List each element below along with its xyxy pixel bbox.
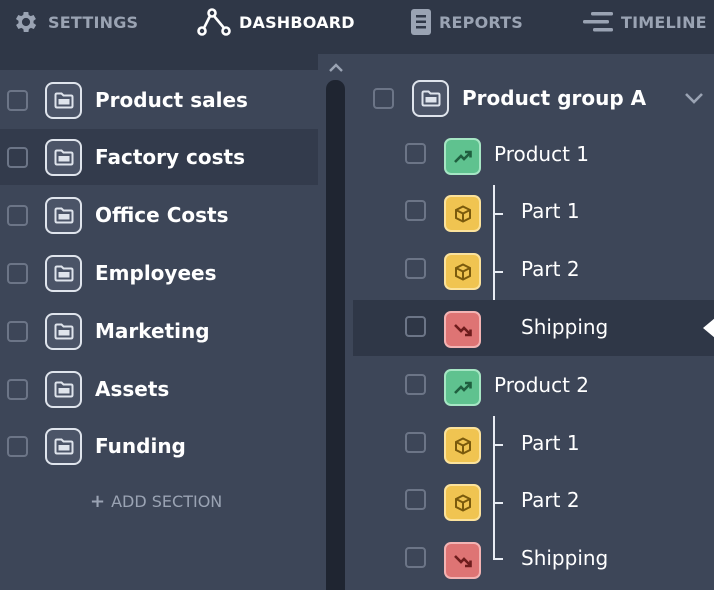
tree-row-product[interactable]: Product 2 bbox=[353, 358, 714, 414]
section-row-marketing[interactable]: Marketing bbox=[0, 303, 318, 359]
tree-row-shipping[interactable]: Shipping bbox=[353, 531, 714, 587]
tree-row-product[interactable]: Product 1 bbox=[353, 127, 714, 183]
nav-tab-reports-label: REPORTS bbox=[439, 12, 524, 32]
section-label: Marketing bbox=[95, 319, 210, 343]
tree-row-shipping-selected[interactable]: Shipping bbox=[353, 300, 714, 356]
group-checkbox[interactable] bbox=[373, 88, 394, 109]
folder-icon bbox=[45, 313, 82, 350]
section-checkbox[interactable] bbox=[7, 147, 28, 168]
trend-down-icon bbox=[444, 542, 481, 579]
item-label: Part 1 bbox=[521, 431, 580, 455]
item-checkbox[interactable] bbox=[405, 143, 426, 164]
section-row-product-sales[interactable]: Product sales bbox=[0, 72, 318, 128]
folder-icon bbox=[412, 80, 449, 117]
item-label: Part 2 bbox=[521, 257, 580, 281]
folder-icon bbox=[45, 82, 82, 119]
tree-row-part[interactable]: Part 2 bbox=[353, 242, 714, 298]
top-navigation: SETTINGS DASHBOARD REPORTS TIMELINE bbox=[0, 0, 714, 54]
section-row-factory-costs[interactable]: Factory costs bbox=[0, 129, 318, 185]
section-label: Funding bbox=[95, 434, 186, 458]
scrollbar[interactable] bbox=[318, 54, 353, 590]
nav-tab-settings[interactable]: SETTINGS bbox=[12, 0, 138, 44]
section-row-funding[interactable]: Funding bbox=[0, 418, 318, 474]
folder-icon bbox=[45, 428, 82, 465]
section-label: Employees bbox=[95, 261, 217, 285]
sections-panel: Product sales Factory costs Office Costs… bbox=[0, 54, 318, 590]
selection-pointer-icon bbox=[703, 318, 714, 338]
item-checkbox[interactable] bbox=[405, 258, 426, 279]
panel-header-band bbox=[0, 54, 318, 70]
nav-tab-dashboard[interactable]: DASHBOARD bbox=[197, 0, 355, 44]
section-label: Product sales bbox=[95, 88, 248, 112]
box-icon bbox=[444, 195, 481, 232]
section-checkbox[interactable] bbox=[7, 205, 28, 226]
section-label: Assets bbox=[95, 377, 170, 401]
item-label: Part 1 bbox=[521, 199, 580, 223]
section-row-assets[interactable]: Assets bbox=[0, 361, 318, 417]
chevron-down-icon[interactable] bbox=[683, 90, 705, 106]
item-checkbox[interactable] bbox=[405, 547, 426, 568]
box-icon bbox=[444, 427, 481, 464]
tree-row-part[interactable]: Part 1 bbox=[353, 416, 714, 472]
section-label: Factory costs bbox=[95, 145, 245, 169]
add-section-button[interactable]: + ADD SECTION bbox=[90, 491, 222, 512]
item-checkbox[interactable] bbox=[405, 316, 426, 337]
trend-down-icon bbox=[444, 311, 481, 348]
item-label: Product 2 bbox=[494, 373, 590, 397]
tree-row-part[interactable]: Part 2 bbox=[353, 473, 714, 529]
trend-up-icon bbox=[444, 138, 481, 175]
item-label: Shipping bbox=[521, 315, 609, 339]
nodes-icon bbox=[197, 7, 231, 37]
section-checkbox[interactable] bbox=[7, 379, 28, 400]
box-icon bbox=[444, 253, 481, 290]
box-icon bbox=[444, 484, 481, 521]
folder-icon bbox=[45, 255, 82, 292]
scrollbar-track[interactable] bbox=[326, 80, 345, 590]
gear-icon bbox=[12, 8, 40, 36]
section-checkbox[interactable] bbox=[7, 90, 28, 111]
section-checkbox[interactable] bbox=[7, 321, 28, 342]
section-row-employees[interactable]: Employees bbox=[0, 245, 318, 301]
nav-tab-timeline-label: TIMELINE bbox=[621, 12, 707, 32]
group-title: Product group A bbox=[462, 86, 647, 110]
item-label: Product 1 bbox=[494, 142, 590, 166]
nav-tab-settings-label: SETTINGS bbox=[48, 12, 139, 32]
folder-icon bbox=[45, 197, 82, 234]
section-checkbox[interactable] bbox=[7, 263, 28, 284]
group-tree-panel: Product group A Product 1 Part 1 Part 2 bbox=[353, 54, 714, 590]
timeline-icon bbox=[583, 11, 613, 33]
section-row-office-costs[interactable]: Office Costs bbox=[0, 187, 318, 243]
add-section-label: ADD SECTION bbox=[111, 492, 223, 511]
plus-icon: + bbox=[90, 491, 106, 512]
nav-tab-reports[interactable]: REPORTS bbox=[411, 0, 523, 44]
trend-up-icon bbox=[444, 369, 481, 406]
item-checkbox[interactable] bbox=[405, 489, 426, 510]
item-label: Shipping bbox=[521, 546, 609, 570]
folder-icon bbox=[45, 371, 82, 408]
folder-icon bbox=[45, 139, 82, 176]
nav-tab-dashboard-label: DASHBOARD bbox=[239, 12, 355, 32]
tree-row-part[interactable]: Part 1 bbox=[353, 184, 714, 240]
item-checkbox[interactable] bbox=[405, 432, 426, 453]
item-label: Part 2 bbox=[521, 488, 580, 512]
nav-tab-timeline[interactable]: TIMELINE bbox=[583, 0, 707, 44]
section-label: Office Costs bbox=[95, 203, 229, 227]
scroll-up-arrow-icon[interactable] bbox=[327, 62, 345, 74]
item-checkbox[interactable] bbox=[405, 374, 426, 395]
section-checkbox[interactable] bbox=[7, 436, 28, 457]
group-header[interactable]: Product group A bbox=[353, 74, 714, 124]
item-checkbox[interactable] bbox=[405, 200, 426, 221]
document-icon bbox=[411, 9, 431, 35]
